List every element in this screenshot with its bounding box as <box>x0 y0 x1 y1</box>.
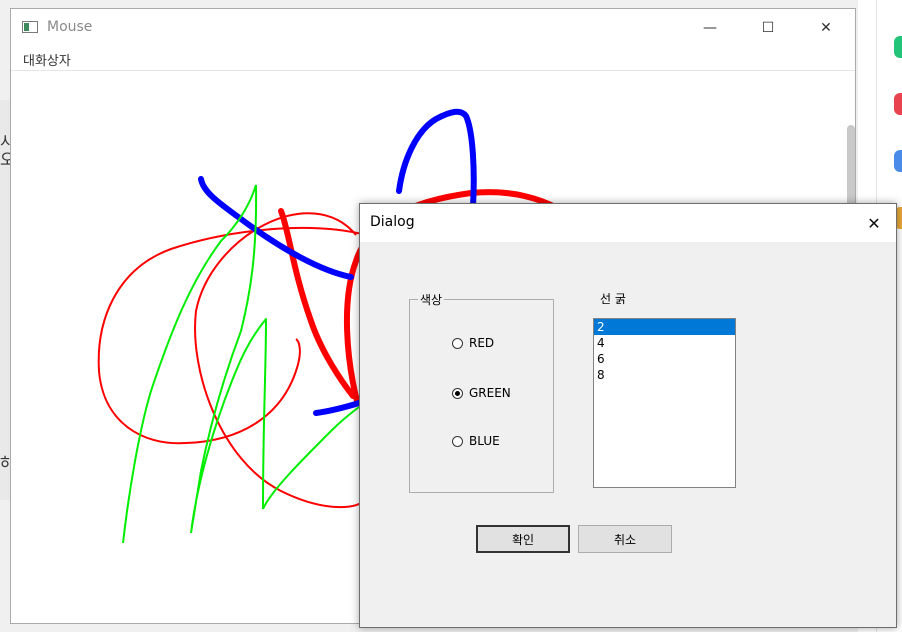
window-title: Mouse <box>47 19 93 35</box>
radio-circle-blue[interactable] <box>452 435 463 447</box>
close-button[interactable]: ✕ <box>803 9 849 47</box>
dialog-title: Dialog <box>370 214 415 230</box>
list-item[interactable]: 8 <box>594 367 735 383</box>
line-width-label: 선 굵 <box>600 292 626 306</box>
radio-label-red: RED <box>469 336 495 350</box>
app-icon-red <box>894 93 902 115</box>
radio-circle-red[interactable] <box>452 337 463 349</box>
maximize-button[interactable]: ☐ <box>745 9 791 47</box>
radio-green[interactable]: GREEN <box>452 386 511 400</box>
list-item[interactable]: 6 <box>594 351 735 367</box>
dialog-title-bar[interactable]: Dialog ✕ <box>360 204 896 242</box>
app-icon-green <box>894 36 902 58</box>
list-item[interactable]: 4 <box>594 335 735 351</box>
title-bar[interactable]: Mouse — ☐ ✕ <box>11 9 855 47</box>
radio-red[interactable]: RED <box>452 336 494 350</box>
app-icon-blue <box>894 150 902 172</box>
color-groupbox: 색상 RED GREEN BLUE <box>409 291 554 493</box>
ok-button[interactable]: 확인 <box>476 525 570 553</box>
menu-dialog[interactable]: 대화상자 <box>21 50 73 69</box>
radio-blue[interactable]: BLUE <box>452 434 500 448</box>
line-width-listbox[interactable]: 2 4 6 8 <box>593 318 736 488</box>
cancel-button[interactable]: 취소 <box>578 525 672 553</box>
app-window-icon <box>22 21 38 33</box>
radio-circle-green[interactable] <box>452 387 463 399</box>
dialog-window: Dialog ✕ 색상 RED GREEN BLUE 선 굵 2 4 6 8 확… <box>359 203 897 628</box>
color-group-label: 색상 <box>418 291 445 308</box>
list-item[interactable]: 2 <box>594 319 735 335</box>
radio-label-green: GREEN <box>469 386 511 400</box>
radio-label-blue: BLUE <box>469 434 500 448</box>
menu-bar: 대화상자 <box>11 47 855 71</box>
minimize-button[interactable]: — <box>687 9 733 47</box>
dialog-close-button[interactable]: ✕ <box>852 204 896 242</box>
